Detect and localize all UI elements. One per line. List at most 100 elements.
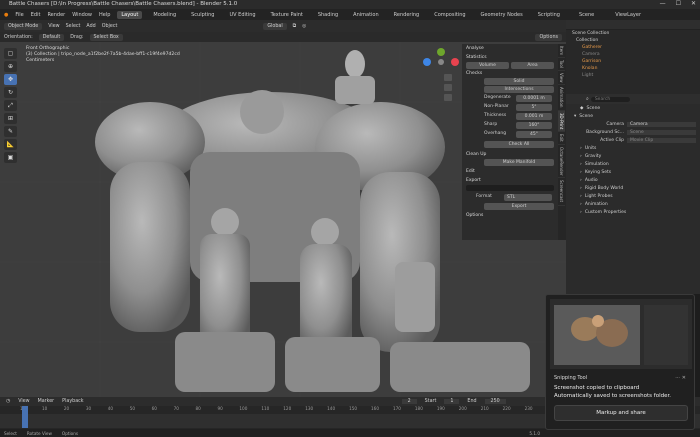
playhead[interactable] [22,406,28,428]
tab-3d-print[interactable]: 3D-Print [558,110,565,133]
workspace-tab-geometry-nodes[interactable]: Geometry Nodes [477,11,527,19]
orientation-selector[interactable]: Default [38,33,65,41]
menu-view[interactable]: View [48,24,59,29]
rotate-tool-icon[interactable]: ↻ [4,87,17,98]
area-button[interactable]: Area [511,62,554,69]
panel-animation[interactable]: › Animation [566,200,700,208]
transform-tool-icon[interactable]: ⊞ [4,113,17,124]
maximize-button[interactable]: ☐ [676,0,681,7]
current-frame-field[interactable]: 2 [401,399,417,404]
timeline-view-menu[interactable]: View [18,399,29,404]
minimize-button[interactable]: — [660,0,666,7]
outliner-item[interactable]: Knolan [566,65,700,72]
timeline-marker-menu[interactable]: Marker [38,399,55,404]
export-button[interactable]: Export [484,203,554,210]
tab-view[interactable]: View [558,71,565,86]
statistics-header[interactable]: Statistics [462,53,558,62]
workspace-tab-layout[interactable]: Layout [117,10,143,19]
outliner-item[interactable]: Garrison [566,58,700,65]
outliner-collection[interactable]: Collection [566,37,700,44]
tab-tool[interactable]: Tool [558,58,565,71]
panel-keying-sets[interactable]: › Keying Sets [566,168,700,176]
export-path-field[interactable] [466,185,554,191]
clip-field[interactable]: Movie Clip [627,137,696,143]
volume-button[interactable]: Volume [466,62,509,69]
check-value[interactable]: 45° [516,131,552,138]
outliner-item[interactable]: Camera [566,51,700,58]
annotate-tool-icon[interactable]: ✎ [4,126,17,137]
workspace-tab-animation[interactable]: Animation [349,11,383,19]
edit-header[interactable]: Edit [462,167,558,176]
clean-up-header[interactable]: Clean Up [462,150,558,159]
menu-file[interactable]: File [15,12,23,18]
panel-light-probes[interactable]: › Light Probes [566,192,700,200]
intersections-button[interactable]: Intersections [484,86,554,93]
panel-audio[interactable]: › Audio [566,176,700,184]
check-value[interactable]: 160° [516,122,552,129]
workspace-tab-modeling[interactable]: Modeling [149,11,180,19]
menu-select[interactable]: Select [66,24,81,29]
start-frame-field[interactable]: 1 [444,399,460,404]
menu-edit[interactable]: Edit [31,12,41,18]
tab-octane[interactable]: OctaneRender [558,145,565,179]
blender-logo-icon[interactable]: ● [4,12,8,18]
panel-rigid-body-world[interactable]: › Rigid Body World [566,184,700,192]
camera-field[interactable]: Camera [627,121,696,127]
menu-add[interactable]: Add [86,24,95,29]
menu-help[interactable]: Help [99,12,110,18]
workspace-tab-texture-paint[interactable]: Texture Paint [267,11,307,19]
navigation-gizmo[interactable] [420,46,462,106]
background-field[interactable]: Scene [627,129,696,135]
make-manifold-button[interactable]: Make Manifold [484,159,554,166]
mode-selector[interactable]: Object Mode [4,22,43,30]
markup-and-share-button[interactable]: Markup and share [554,405,688,421]
clock-icon[interactable]: ◷ [6,399,10,404]
tab-item[interactable]: Item [558,44,565,59]
end-frame-field[interactable]: 250 [484,399,506,404]
tab-animation[interactable]: Animation [558,85,565,111]
menu-render[interactable]: Render [47,12,65,18]
panel-custom-properties[interactable]: › Custom Properties [566,208,700,216]
outliner-item[interactable]: Gatherer [566,44,700,51]
format-selector[interactable]: STL [504,194,552,201]
transform-orientation[interactable]: Global [263,22,287,30]
snap-icon[interactable]: ⧉ [293,23,296,29]
workspace-tab-sculpting[interactable]: Sculpting [187,11,218,19]
workspace-tab-shading[interactable]: Shading [314,11,342,19]
panel-units[interactable]: › Units [566,144,700,152]
timeline-playback-menu[interactable]: Playback [62,399,83,404]
analyse-header[interactable]: Analyse [462,44,558,53]
workspace-tab-compositing[interactable]: Compositing [430,11,469,19]
drag-selector[interactable]: Select Box [89,33,123,41]
properties-search-input[interactable]: Search [590,96,631,102]
screenshot-thumbnail[interactable] [550,299,692,369]
close-button[interactable]: ✕ [691,0,696,7]
scene-panel-header[interactable]: ▾ Scene [566,112,700,120]
export-header[interactable]: Export [462,176,558,185]
workspace-tab-uv-editing[interactable]: UV Editing [225,11,259,19]
options-dropdown[interactable]: Options [535,33,562,41]
outliner-item[interactable]: Light [566,72,700,79]
tab-edit[interactable]: Edit [558,132,565,145]
workspace-tab-rendering[interactable]: Rendering [390,11,424,19]
snipping-tool-notification[interactable]: Snipping Tool ⋯ ✕ Screenshot copied to c… [545,294,695,430]
cursor-tool-icon[interactable]: ⊕ [4,61,17,72]
view-layer-selector[interactable]: ViewLayer [615,12,641,18]
scene-selector[interactable]: Scene [579,12,594,18]
add-cube-tool-icon[interactable]: ▣ [4,152,17,163]
menu-object[interactable]: Object [102,24,118,29]
check-value[interactable]: 0.0001 m [516,95,552,102]
outliner-scene-collection[interactable]: Scene Collection [566,30,700,37]
proportional-icon[interactable]: ◎ [302,24,306,29]
measure-tool-icon[interactable]: 📐 [4,139,17,150]
check-all-button[interactable]: Check All [484,141,554,148]
check-value[interactable]: 5° [516,104,552,111]
workspace-tab-scripting[interactable]: Scripting [534,11,564,19]
select-tool-icon[interactable]: ▢ [4,48,17,59]
solid-button[interactable]: Solid [484,78,554,85]
options-subpanel[interactable]: Options [462,211,558,220]
check-value[interactable]: 0.001 m [516,113,552,120]
panel-simulation[interactable]: › Simulation [566,160,700,168]
menu-window[interactable]: Window [72,12,92,18]
move-tool-icon[interactable]: ✥ [4,74,17,85]
